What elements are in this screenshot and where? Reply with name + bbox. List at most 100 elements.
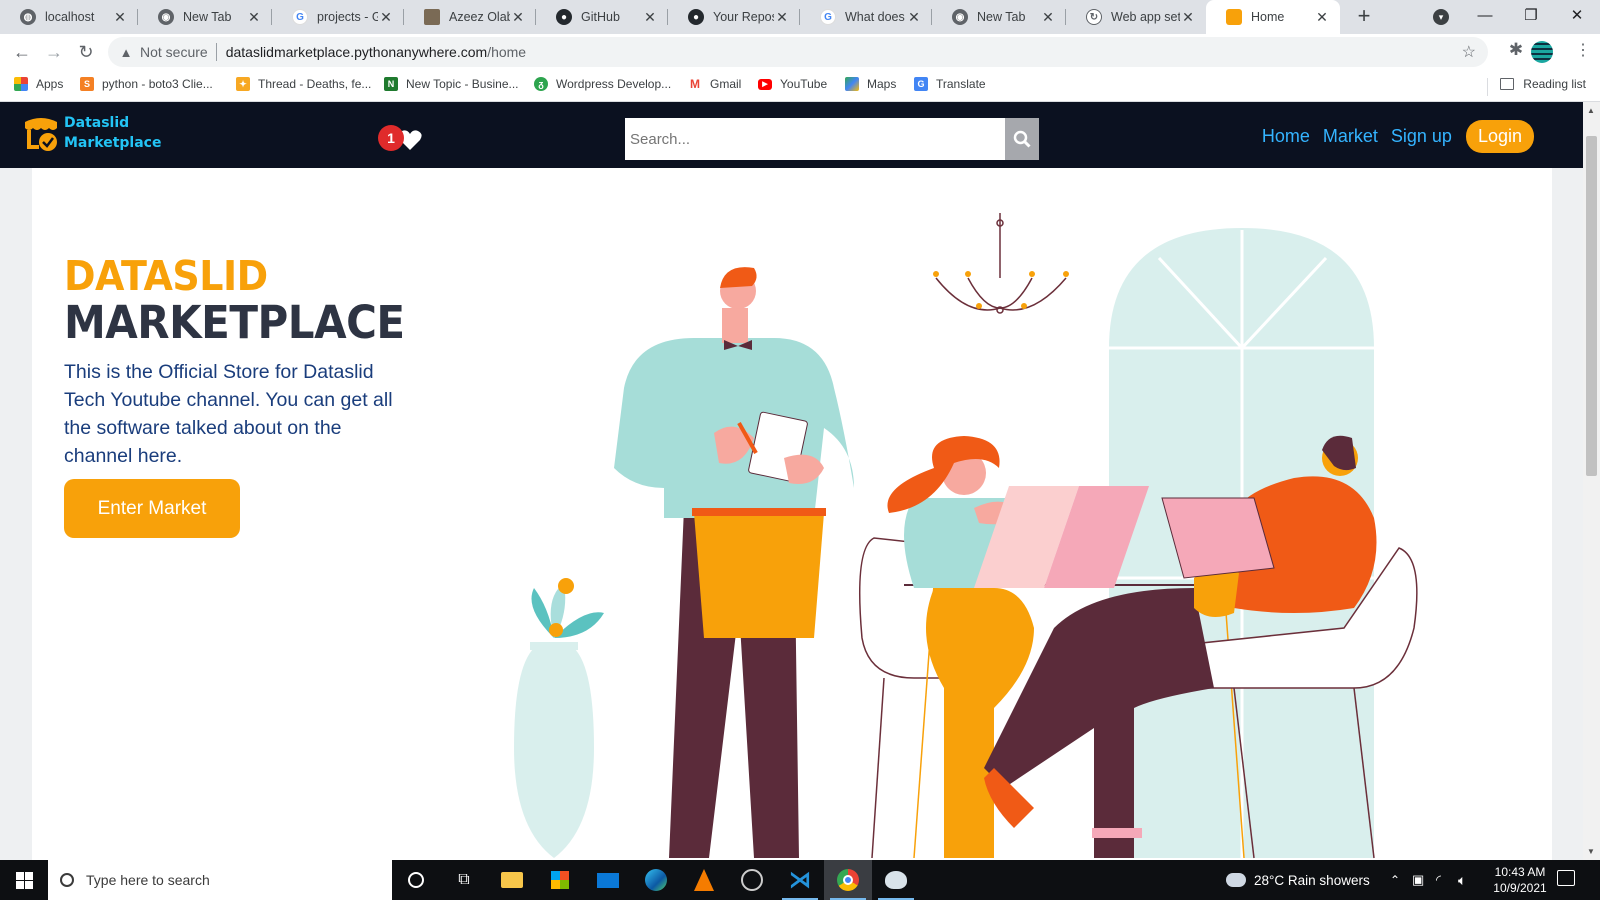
bookmark-star-icon[interactable]: ☆ [1462,42,1476,62]
hero-title-line-2: MARKETPLACE [64,296,405,349]
vlc-icon[interactable] [680,860,728,900]
scroll-down-icon[interactable]: ▼ [1587,847,1595,856]
nav-market-link[interactable]: Market [1323,126,1378,147]
file-explorer-icon[interactable] [488,860,536,900]
close-tab-icon[interactable]: ✕ [246,9,262,26]
scroll-up-icon[interactable]: ▲ [1587,106,1595,115]
cortana-icon[interactable] [392,860,440,900]
forum-icon: ✦ [236,77,250,91]
globe-icon: ◍ [20,9,36,25]
reading-list-label: Reading list [1523,77,1586,91]
loading-icon: ↻ [1086,9,1102,25]
search-icon [60,873,74,887]
clock-date: 10/9/2021 [1493,881,1547,895]
security-label[interactable]: Not secure [140,44,208,60]
bookmark-item[interactable]: ✦ Thread - Deaths, fe... [236,77,371,91]
search-input[interactable] [625,118,1005,160]
page-viewport: Dataslid Marketplace 1 Home Market Sign … [0,102,1583,860]
back-icon[interactable]: ← [10,40,34,64]
bookmark-item[interactable]: ᵹ Wordpress Develop... [534,77,671,91]
address-bar[interactable]: ▲ Not secure dataslidmarketplace.pythona… [108,37,1488,67]
close-tab-icon[interactable]: ✕ [378,9,394,26]
search-button[interactable] [1005,118,1039,160]
close-tab-icon[interactable]: ✕ [774,9,790,26]
google-icon: G [292,9,308,25]
close-tab-icon[interactable]: ✕ [906,9,922,26]
extensions-icon[interactable]: ✱ [1505,39,1527,61]
tray-chevron-icon[interactable]: ⌃ [1390,860,1400,900]
tab-title: projects - Go [317,10,378,24]
browser-tab-active[interactable]: Home ✕ [1206,0,1340,34]
taskbar-search-box[interactable]: Type here to search [48,860,392,900]
bookmark-item[interactable]: G Translate [914,77,986,91]
edge-icon[interactable] [632,860,680,900]
menu-kebab-icon[interactable]: ⋮ [1575,40,1591,60]
reading-list-button[interactable]: Reading list [1500,77,1586,91]
bookmark-item[interactable]: S python - boto3 Clie... [80,77,213,91]
browser-tab[interactable]: ◉ New Tab ✕ [932,0,1066,34]
bookmark-item[interactable]: N New Topic - Busine... [384,77,519,91]
chrome-taskbar-icon[interactable] [824,860,872,900]
scrollbar-thumb[interactable] [1586,136,1597,476]
page-scrollbar[interactable]: ▲ ▼ [1583,102,1600,860]
browser-tab[interactable]: G projects - Go ✕ [272,0,404,34]
reload-icon[interactable]: ↻ [74,40,98,64]
new-tab-icon[interactable]: + [1351,4,1377,30]
browser-tab[interactable]: ↻ Web app set ✕ [1066,0,1206,34]
nav-home-link[interactable]: Home [1262,126,1310,147]
browser-tab[interactable]: ◉ New Tab ✕ [138,0,272,34]
profile-avatar[interactable] [1531,41,1553,63]
browser-tab[interactable]: Azeez Olabo ✕ [404,0,536,34]
store-icon[interactable] [536,860,584,900]
mail-icon[interactable] [584,860,632,900]
github-icon: ● [556,9,572,25]
task-view-icon[interactable]: ⧉ [440,860,488,900]
bookmark-item[interactable]: M Gmail [688,77,741,91]
youtube-icon: ▶ [758,78,772,90]
browser-tab[interactable]: ● GitHub ✕ [536,0,668,34]
bookmark-label: New Topic - Busine... [406,77,519,91]
close-tab-icon[interactable]: ✕ [642,9,658,26]
weather-text: 28°C Rain showers [1254,872,1370,888]
obs-icon[interactable] [728,860,776,900]
browser-tab[interactable]: ● Your Reposit ✕ [668,0,800,34]
vscode-icon[interactable]: ⋊ [776,860,824,900]
browser-tab[interactable]: G What does n ✕ [800,0,932,34]
forward-icon[interactable]: → [42,40,66,64]
cloud-rain-icon [1226,873,1246,887]
logo-text: Dataslid Marketplace [64,113,161,153]
restaurant-illustration [514,213,1418,859]
notification-badge: 1 [378,125,404,151]
paint-icon[interactable] [872,860,920,900]
close-tab-icon[interactable]: ✕ [112,9,128,26]
start-button[interactable] [0,860,48,900]
weather-widget[interactable]: 28°C Rain showers [1226,860,1370,900]
close-tab-icon[interactable]: ✕ [1180,9,1196,26]
action-center-icon[interactable] [1557,870,1575,886]
enter-market-button[interactable]: Enter Market [64,479,240,538]
close-tab-icon[interactable]: ✕ [1314,9,1330,26]
translate-icon: G [914,77,928,91]
bookmark-apps[interactable]: Apps [14,77,63,91]
tab-search-icon[interactable]: ▾ [1433,9,1449,25]
bookmark-item[interactable]: ▶ YouTube [758,77,827,91]
login-button[interactable]: Login [1465,120,1534,153]
bookmark-item[interactable]: Maps [845,77,896,91]
site-logo[interactable]: Dataslid Marketplace [22,112,161,154]
warning-triangle-icon[interactable]: ▲ [118,45,134,60]
chandelier-lights [933,271,1069,309]
taskbar-clock[interactable]: 10:43 AM 10/9/2021 [1484,864,1556,896]
browser-tab[interactable]: ◍ localhost ✕ [0,0,138,34]
nav-signup-link[interactable]: Sign up [1391,126,1452,147]
minimize-icon[interactable]: — [1462,0,1508,34]
restore-icon[interactable]: ❐ [1508,0,1554,34]
volume-icon[interactable]: 🔈︎ [1458,860,1466,900]
close-tab-icon[interactable]: ✕ [1040,9,1056,26]
search-icon [1013,130,1031,148]
notification-button[interactable]: 1 [378,123,426,157]
close-tab-icon[interactable]: ✕ [510,9,526,26]
wifi-icon[interactable]: ◜ [1436,860,1441,900]
network-status-icon[interactable]: ▣ [1412,860,1424,900]
chrome-icon: ◉ [158,9,174,25]
close-window-icon[interactable]: ✕ [1554,0,1600,34]
